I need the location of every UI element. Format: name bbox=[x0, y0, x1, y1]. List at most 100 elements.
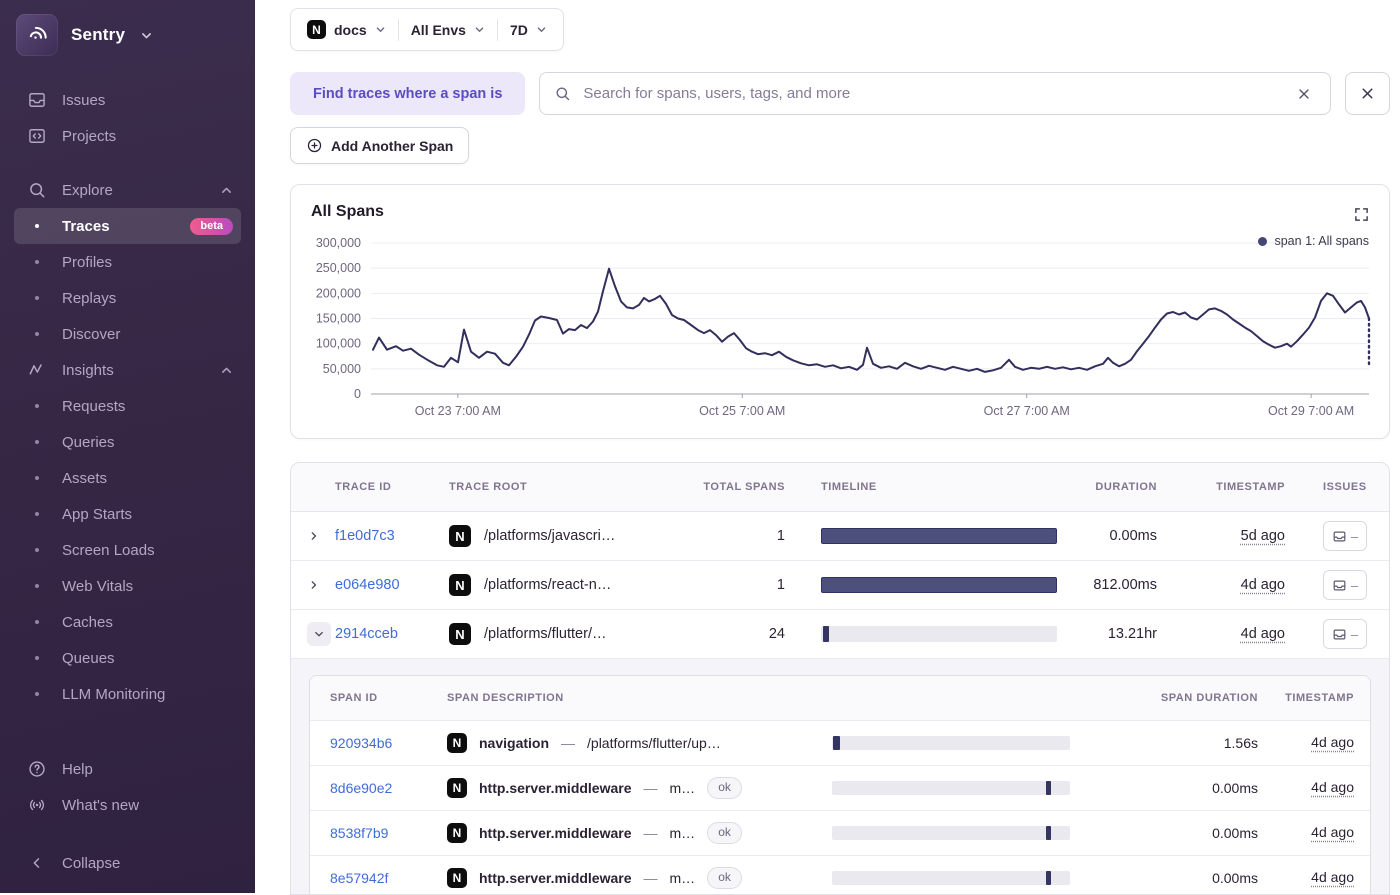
search-icon bbox=[556, 87, 570, 101]
sidebar-item-queues[interactable]: Queues bbox=[14, 640, 241, 676]
span-id-link[interactable]: 8538f7b9 bbox=[330, 825, 447, 841]
expand-row-toggle[interactable] bbox=[307, 529, 335, 543]
timeline-bar-segment bbox=[1046, 826, 1052, 840]
issues-button[interactable]: – bbox=[1323, 570, 1367, 600]
trace-table-row: e064e980 N/platforms/react-n… 1 812.00ms 4d … bbox=[291, 561, 1389, 610]
span-description-text: /platforms/flutter/up… bbox=[587, 735, 721, 751]
nextjs-project-icon: N bbox=[447, 868, 467, 888]
sidebar-item-label: Explore bbox=[62, 181, 113, 199]
sidebar-item-help[interactable]: Help bbox=[14, 751, 241, 787]
brand[interactable]: Sentry bbox=[0, 14, 255, 56]
span-table: SPAN ID SPAN DESCRIPTION SPAN DURATION TIME… bbox=[309, 675, 1371, 894]
divider bbox=[496, 18, 498, 41]
sidebar: Sentry Issues Projects Explore Traces beta Pr… bbox=[0, 0, 255, 893]
span-id-link[interactable]: 8e57942f bbox=[330, 870, 447, 886]
project-name: docs bbox=[334, 21, 367, 38]
span-timestamp-cell: 4d ago bbox=[1272, 869, 1362, 887]
timestamp-link[interactable]: 4d ago bbox=[1311, 734, 1354, 750]
column-header-total-spans: TOTAL SPANS bbox=[703, 481, 785, 493]
timeline-bar-segment bbox=[833, 736, 841, 750]
timeline-bar bbox=[832, 781, 1070, 795]
timestamp-cell: 5d ago bbox=[1157, 527, 1285, 545]
timestamp-link[interactable]: 5d ago bbox=[1241, 528, 1285, 544]
sidebar-item-issues[interactable]: Issues bbox=[14, 82, 241, 118]
sidebar-item-llm-monitoring[interactable]: LLM Monitoring bbox=[14, 676, 241, 712]
separator: — bbox=[643, 780, 658, 796]
duration-value: 13.21hr bbox=[1107, 626, 1157, 642]
trace-id-link[interactable]: f1e0d7c3 bbox=[335, 528, 441, 544]
timestamp-link[interactable]: 4d ago bbox=[1311, 869, 1354, 885]
chart-title: All Spans bbox=[311, 203, 384, 220]
brand-name: Sentry bbox=[71, 25, 126, 44]
sidebar-item-replays[interactable]: Replays bbox=[14, 280, 241, 316]
search-input[interactable] bbox=[581, 84, 1282, 103]
spans-line-chart[interactable]: 0 50,000 100,000 150,000 200,000 250,000 300,0… bbox=[291, 185, 1389, 438]
span-duration-value: 0.00ms bbox=[1212, 780, 1258, 796]
status-ok-badge: ok bbox=[707, 777, 742, 799]
remove-span-button[interactable] bbox=[1345, 72, 1390, 115]
trace-root-text: /platforms/flutter/… bbox=[484, 626, 607, 642]
chart-legend[interactable]: span 1: All spans bbox=[1258, 234, 1369, 248]
sidebar-item-screen-loads[interactable]: Screen Loads bbox=[14, 532, 241, 568]
sidebar-item-insights[interactable]: Insights bbox=[14, 352, 241, 388]
sidebar-item-profiles[interactable]: Profiles bbox=[14, 244, 241, 280]
sidebar-item-projects[interactable]: Projects bbox=[14, 118, 241, 154]
trace-id-link[interactable]: e064e980 bbox=[335, 577, 441, 593]
traces-table: TRACE ID TRACE ROOT TOTAL SPANS TIMELINE… bbox=[290, 462, 1390, 895]
span-id-link[interactable]: 920934b6 bbox=[330, 735, 447, 751]
status-ok-badge: ok bbox=[707, 822, 742, 844]
span-table-row: 920934b6 Nnavigation — /platforms/flutter/u… bbox=[310, 721, 1370, 766]
svg-text:200,000: 200,000 bbox=[316, 286, 361, 300]
nextjs-project-icon: N bbox=[447, 778, 467, 798]
find-traces-label-button[interactable]: Find traces where a span is bbox=[290, 72, 526, 115]
expand-row-toggle[interactable] bbox=[307, 578, 335, 592]
collapse-icon bbox=[26, 854, 48, 872]
beta-badge: beta bbox=[190, 217, 233, 235]
timestamp-link[interactable]: 4d ago bbox=[1241, 626, 1285, 642]
sidebar-item-caches[interactable]: Caches bbox=[14, 604, 241, 640]
sidebar-item-queries[interactable]: Queries bbox=[14, 424, 241, 460]
expand-chart-icon[interactable] bbox=[1354, 207, 1369, 222]
span-operation: http.server.middleware bbox=[479, 870, 632, 886]
page-filter-row: N docs All Envs 7D bbox=[290, 8, 1390, 51]
trace-root-cell: N/platforms/javascri… bbox=[441, 525, 641, 547]
legend-label: span 1: All spans bbox=[1274, 234, 1369, 248]
sidebar-item-app-starts[interactable]: App Starts bbox=[14, 496, 241, 532]
help-icon bbox=[26, 759, 48, 779]
environment-selector[interactable]: All Envs bbox=[411, 22, 485, 38]
timeline-bar bbox=[821, 626, 1057, 642]
traces-table-header: TRACE ID TRACE ROOT TOTAL SPANS TIMELINE… bbox=[291, 463, 1389, 512]
issues-button[interactable]: – bbox=[1323, 521, 1367, 551]
bullet-icon bbox=[26, 656, 48, 660]
chevron-down-icon[interactable] bbox=[307, 622, 331, 646]
span-timeline-cell bbox=[832, 781, 1070, 795]
sidebar-item-explore[interactable]: Explore bbox=[14, 172, 241, 208]
sidebar-item-discover[interactable]: Discover bbox=[14, 316, 241, 352]
sidebar-item-web-vitals[interactable]: Web Vitals bbox=[14, 568, 241, 604]
issues-cell: – bbox=[1301, 570, 1385, 600]
span-id-link[interactable]: 8d6e90e2 bbox=[330, 780, 447, 796]
sidebar-item-traces[interactable]: Traces beta bbox=[14, 208, 241, 244]
trace-id-link[interactable]: 2914cceb bbox=[335, 626, 441, 642]
timestamp-link[interactable]: 4d ago bbox=[1241, 577, 1285, 593]
svg-text:100,000: 100,000 bbox=[316, 337, 361, 351]
expand-row-toggle[interactable] bbox=[307, 622, 335, 646]
date-range-selector[interactable]: 7D bbox=[510, 22, 547, 38]
span-timeline-cell bbox=[832, 871, 1070, 885]
sidebar-item-requests[interactable]: Requests bbox=[14, 388, 241, 424]
issues-button[interactable]: – bbox=[1323, 619, 1367, 649]
sidebar-item-label: Traces bbox=[62, 217, 110, 235]
sidebar-item-label: Queues bbox=[62, 649, 115, 667]
timestamp-link[interactable]: 4d ago bbox=[1311, 779, 1354, 795]
timestamp-link[interactable]: 4d ago bbox=[1311, 824, 1354, 840]
chevron-down-icon bbox=[536, 24, 547, 35]
sidebar-item-collapse[interactable]: Collapse bbox=[14, 845, 241, 881]
column-header-timeline: TIMELINE bbox=[821, 481, 877, 493]
add-another-span-button[interactable]: Add Another Span bbox=[290, 127, 470, 164]
clear-search-icon[interactable] bbox=[1292, 82, 1316, 106]
project-selector[interactable]: N docs bbox=[307, 20, 386, 39]
chevron-down-icon bbox=[140, 29, 153, 42]
sidebar-item-assets[interactable]: Assets bbox=[14, 460, 241, 496]
sidebar-item-what-s-new[interactable]: What's new bbox=[14, 787, 241, 823]
separator: — bbox=[643, 870, 658, 886]
